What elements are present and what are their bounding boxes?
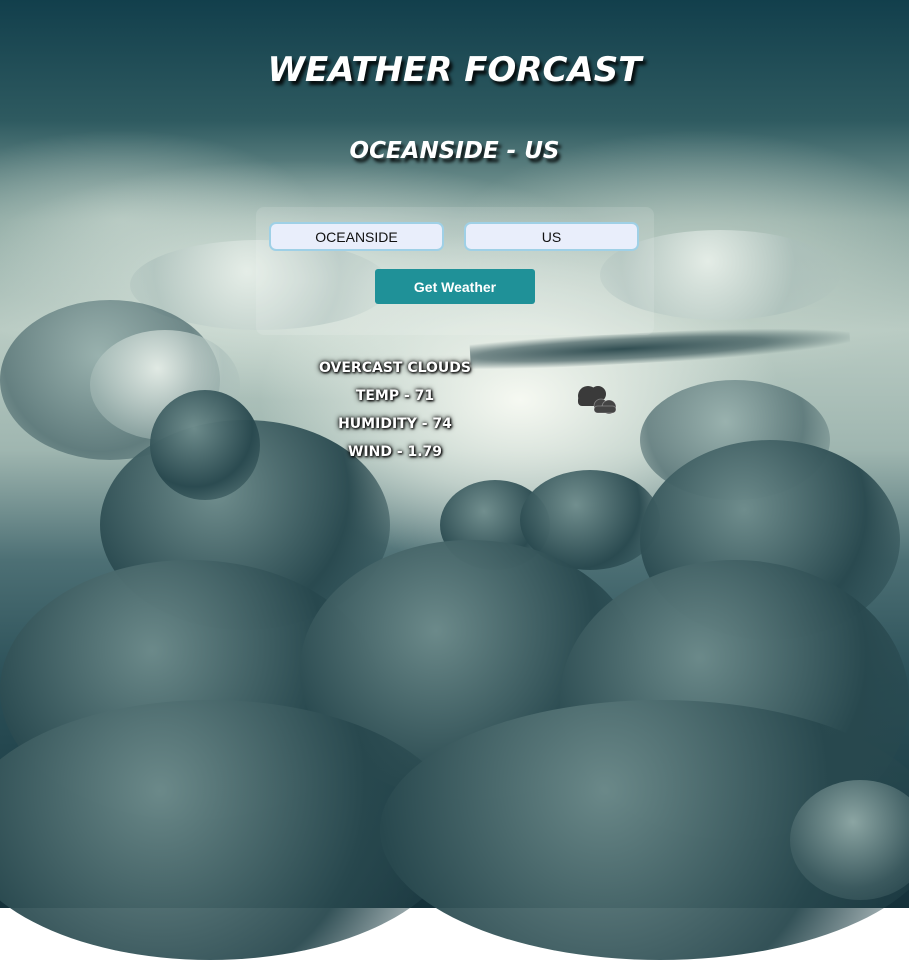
humidity-readout: HUMIDITY - 74 [338,416,452,432]
weather-description: OVERCAST CLOUDS [319,360,471,376]
city-input[interactable] [269,222,444,251]
weather-results: OVERCAST CLOUDS TEMP - 71 HUMIDITY - 74 … [290,358,500,470]
overcast-clouds-icon [578,386,617,415]
get-weather-button[interactable]: Get Weather [375,269,535,304]
country-input[interactable] [464,222,639,251]
page-title: WEATHER FORCAST [267,50,642,90]
location-heading: OCEANSIDE - US [349,138,560,164]
wind-readout: WIND - 1.79 [347,444,443,460]
temperature-readout: TEMP - 71 [355,388,435,404]
